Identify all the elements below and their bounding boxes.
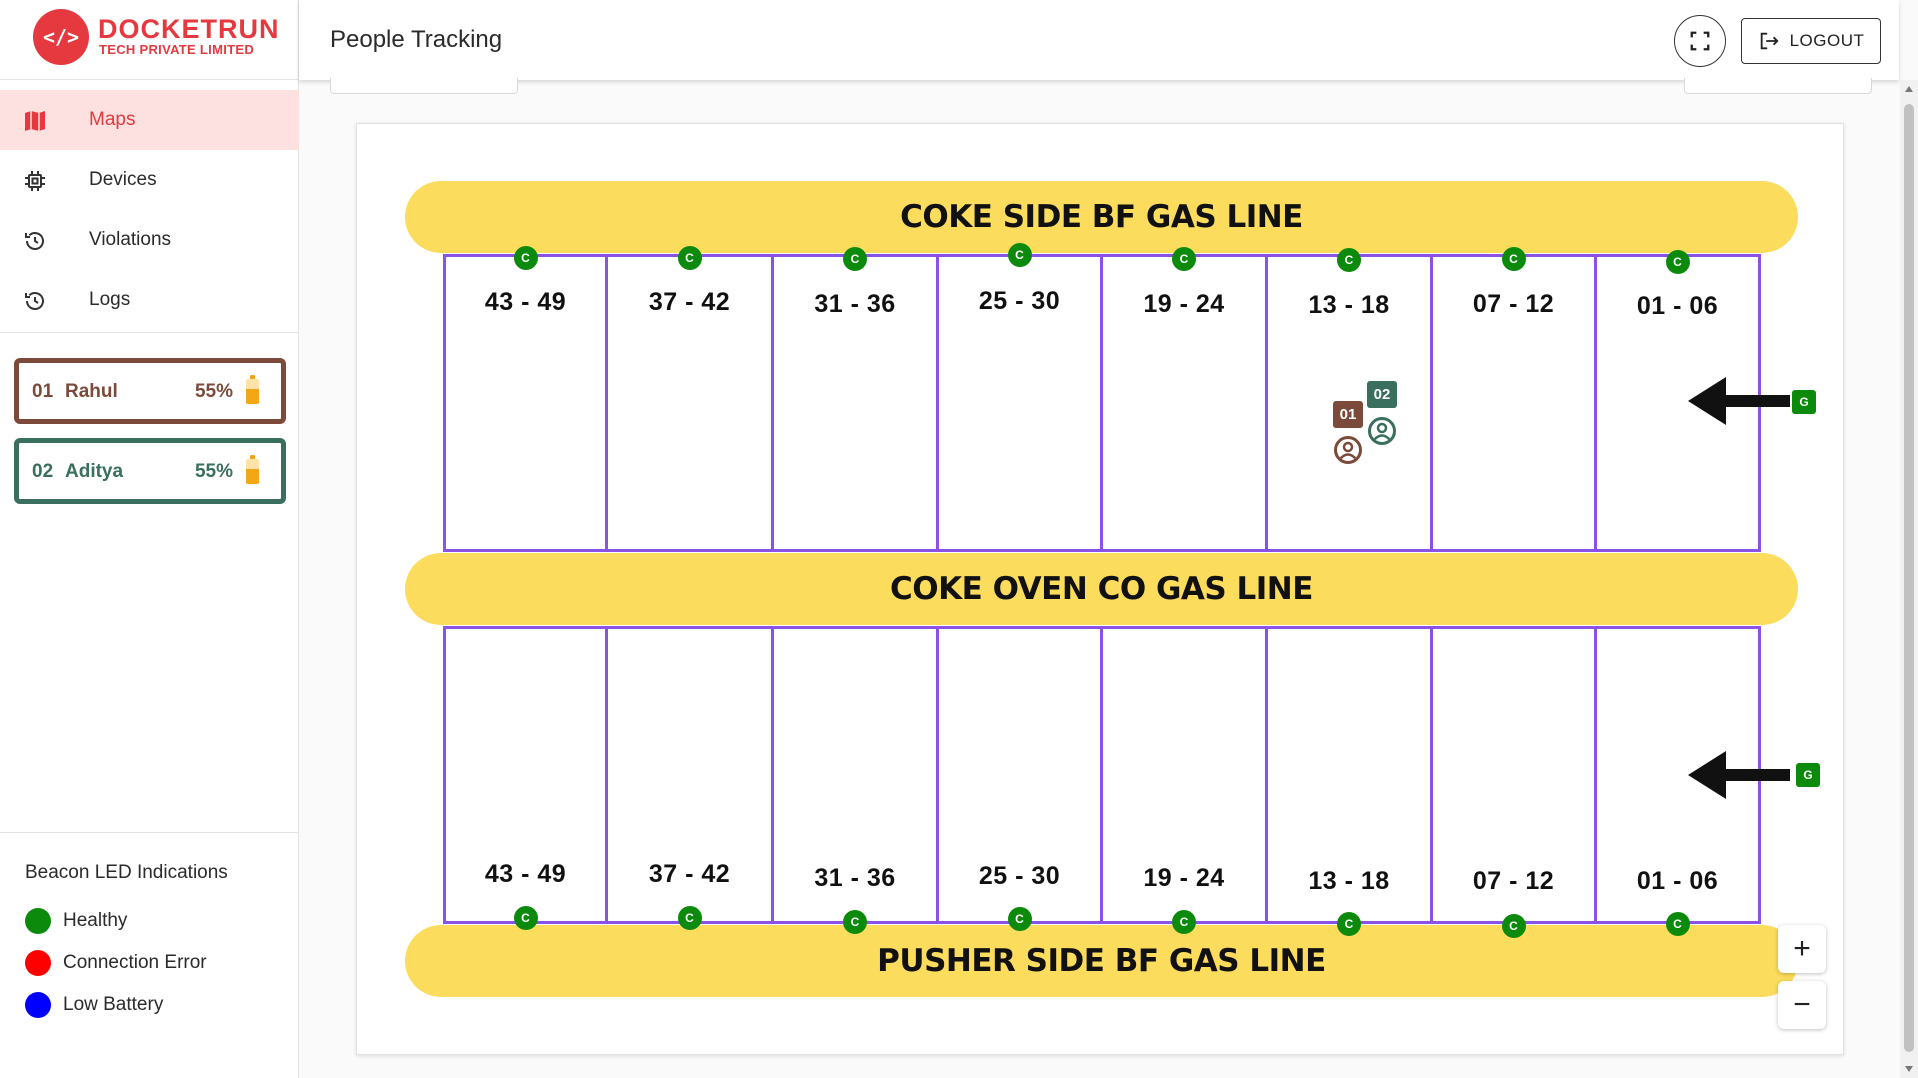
- scrollbar[interactable]: [1900, 80, 1918, 1078]
- status-dot-icon: [25, 950, 51, 976]
- tab-stub[interactable]: [1684, 78, 1872, 94]
- bay-label: 01 - 06: [1636, 867, 1719, 895]
- bay-label: 13 - 18: [1308, 867, 1390, 895]
- beacon-top[interactable]: C: [677, 246, 702, 270]
- history-icon: [22, 228, 48, 254]
- bay-label: 43 - 49: [484, 288, 567, 316]
- logout-button[interactable]: LOGOUT: [1741, 18, 1881, 64]
- logout-icon: [1760, 32, 1779, 50]
- beacon-top[interactable]: C: [1501, 247, 1526, 271]
- bay-label: 31 - 36: [814, 290, 896, 318]
- person-marker-icon[interactable]: [1334, 436, 1362, 464]
- person-id: 02: [32, 461, 54, 482]
- top-header: People Tracking LOGOUT: [299, 0, 1899, 80]
- person-id: 01: [32, 381, 54, 402]
- bay-label: 37 - 42: [648, 860, 731, 888]
- beacon-bottom[interactable]: C: [1172, 910, 1196, 934]
- brand-subtitle: TECH PRIVATE LIMITED: [99, 42, 255, 57]
- beacon-top[interactable]: C: [1665, 250, 1690, 274]
- beacon-top[interactable]: C: [513, 246, 538, 270]
- logo-code-icon: </>: [33, 9, 89, 65]
- legend-item-healthy: Healthy: [25, 900, 228, 942]
- logout-label: LOGOUT: [1789, 31, 1865, 50]
- gas-line-coke-oven: COKE OVEN CO GAS LINE: [405, 553, 1798, 625]
- beacon-bottom[interactable]: C: [513, 906, 538, 930]
- legend-label: Low Battery: [63, 994, 164, 1015]
- bay-label: 43 - 49: [484, 860, 567, 888]
- sidebar-item-devices[interactable]: Devices: [0, 150, 299, 210]
- beacon-bottom[interactable]: C: [1337, 912, 1361, 936]
- gas-line-pusher-side: PUSHER SIDE BF GAS LINE: [405, 925, 1798, 997]
- bay-label: 25 - 30: [978, 287, 1061, 315]
- sidebar-nav: Maps Devices Violations Logs: [0, 90, 299, 330]
- sidebar-item-maps[interactable]: Maps: [0, 90, 299, 150]
- beacon-top[interactable]: C: [843, 247, 867, 271]
- person-name: Rahul: [65, 381, 118, 402]
- status-dot-icon: [25, 908, 51, 934]
- person-name: Aditya: [65, 461, 124, 482]
- bay-label: 37 - 42: [648, 288, 731, 316]
- bay-label: 31 - 36: [814, 864, 896, 892]
- person-card-aditya[interactable]: 02 Aditya 55%: [14, 438, 286, 504]
- tag-label[interactable]: 01: [1333, 401, 1363, 428]
- beacon-top[interactable]: C: [1172, 247, 1196, 271]
- bay-label: 19 - 24: [1143, 864, 1225, 892]
- beacon-bottom[interactable]: C: [677, 906, 702, 930]
- divider: [0, 832, 299, 833]
- sidebar: </> DOCKETRUN TECH PRIVATE LIMITED Maps …: [0, 0, 299, 1078]
- battery-level: 55%: [194, 461, 233, 482]
- scroll-down-icon[interactable]: [1905, 1066, 1913, 1072]
- arrow-left-icon: [1688, 751, 1790, 799]
- sidebar-item-violations[interactable]: Violations: [0, 210, 299, 270]
- page-title: People Tracking: [330, 26, 503, 53]
- bay-label: 25 - 30: [978, 862, 1061, 890]
- chip-icon: [22, 168, 48, 194]
- bay-label: 07 - 12: [1472, 867, 1555, 895]
- scroll-up-icon[interactable]: [1905, 86, 1913, 92]
- sidebar-item-logs[interactable]: Logs: [0, 270, 299, 330]
- fullscreen-icon: [1690, 31, 1710, 51]
- scroll-thumb[interactable]: [1904, 104, 1914, 1052]
- battery-icon: [246, 455, 259, 484]
- person-card-rahul[interactable]: 01 Rahul 55%: [14, 358, 286, 424]
- sidebar-item-label: Logs: [89, 289, 131, 310]
- fullscreen-button[interactable]: [1674, 15, 1726, 67]
- legend-label: Healthy: [63, 910, 128, 931]
- brand-logo[interactable]: </> DOCKETRUN TECH PRIVATE LIMITED: [0, 0, 299, 80]
- bay-label: 07 - 12: [1472, 290, 1555, 318]
- battery-level: 55%: [194, 381, 233, 402]
- history-icon: [22, 288, 48, 314]
- brand-name: DOCKETRUN: [98, 14, 280, 44]
- bay-label: 13 - 18: [1308, 291, 1390, 319]
- bay-label: 01 - 06: [1636, 292, 1719, 320]
- beacon-top[interactable]: C: [1007, 243, 1032, 267]
- sidebar-item-label: Violations: [89, 229, 172, 250]
- tag-label[interactable]: 02: [1367, 381, 1397, 408]
- people-list: 01 Rahul 55% 02 Aditya 55%: [0, 332, 299, 832]
- bay-label: 19 - 24: [1143, 290, 1225, 318]
- beacon-bottom[interactable]: C: [1665, 912, 1690, 936]
- map-icon: [22, 108, 48, 134]
- beacon-bottom[interactable]: C: [843, 910, 867, 934]
- gateway-bottom[interactable]: G: [1796, 763, 1820, 787]
- status-dot-icon: [25, 992, 51, 1018]
- beacon-legend: Beacon LED Indications Healthy Connectio…: [25, 862, 228, 1026]
- battery-icon: [246, 375, 259, 404]
- beacon-bottom[interactable]: C: [1501, 914, 1526, 938]
- legend-item-low-battery: Low Battery: [25, 984, 228, 1026]
- beacon-bottom[interactable]: C: [1007, 907, 1032, 931]
- zoom-in-button[interactable]: +: [1778, 925, 1826, 973]
- zoom-out-button[interactable]: −: [1778, 981, 1826, 1029]
- sidebar-item-label: Maps: [89, 109, 136, 130]
- sidebar-item-label: Devices: [89, 169, 157, 190]
- gas-line-coke-side: COKE SIDE BF GAS LINE: [405, 181, 1798, 253]
- legend-title: Beacon LED Indications: [25, 862, 228, 883]
- person-marker-icon[interactable]: [1368, 417, 1396, 445]
- gateway-top[interactable]: G: [1792, 390, 1816, 414]
- tab-stub[interactable]: [330, 78, 518, 94]
- legend-item-connection-error: Connection Error: [25, 942, 228, 984]
- legend-label: Connection Error: [63, 952, 207, 973]
- beacon-top[interactable]: C: [1337, 248, 1361, 272]
- arrow-left-icon: [1688, 377, 1790, 425]
